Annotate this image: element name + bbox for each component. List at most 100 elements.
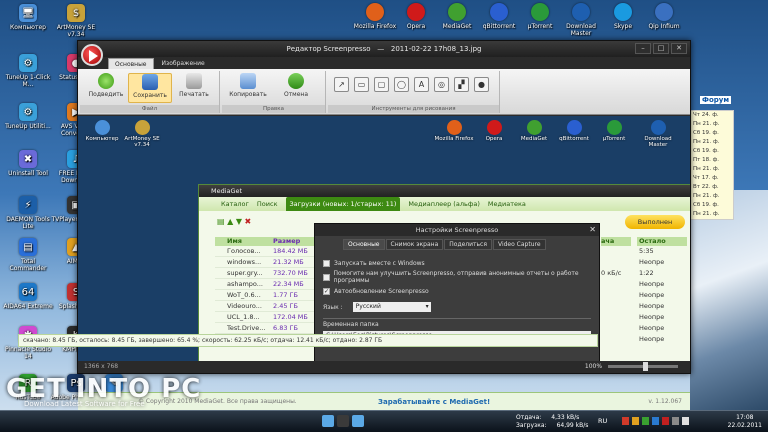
minimize-icon[interactable]: – bbox=[635, 43, 651, 54]
list-item[interactable]: Чт 17. ф. bbox=[691, 174, 733, 183]
close-icon[interactable]: ✕ bbox=[589, 225, 596, 234]
checkbox[interactable]: ✓ bbox=[323, 287, 330, 295]
desktop-icon[interactable]: Download Master bbox=[558, 3, 604, 37]
down-arrow-icon[interactable]: ▼ bbox=[236, 217, 242, 226]
option-telemetry[interactable]: Помогите нам улучшить Screenpresso, отпр… bbox=[323, 270, 591, 284]
list-item[interactable]: Вт 22. ф. bbox=[691, 183, 733, 192]
rounded-rect-tool-icon[interactable]: ▢ bbox=[374, 77, 389, 92]
app-icon bbox=[572, 3, 590, 21]
app-icon bbox=[655, 3, 673, 21]
volume-icon[interactable] bbox=[682, 417, 689, 425]
highlight-tool-icon[interactable]: ▞ bbox=[454, 77, 469, 92]
speed-cell bbox=[601, 323, 631, 334]
desktop-icon[interactable]: qBittorrent bbox=[476, 3, 522, 30]
app-icon[interactable] bbox=[352, 415, 364, 427]
earn-link[interactable]: Зарабатывайте с MediaGet! bbox=[378, 395, 490, 409]
zoom-level: 100% bbox=[584, 363, 603, 370]
app-icon bbox=[490, 3, 508, 21]
menu-catalog[interactable]: Каталог bbox=[221, 197, 249, 211]
text-tool-icon[interactable]: A bbox=[414, 77, 429, 92]
mediaget-title[interactable]: MediaGet bbox=[199, 185, 690, 197]
rectangle-tool-icon[interactable]: ▭ bbox=[354, 77, 369, 92]
editor-titlebar[interactable]: Редактор Screenpresso — 2011-02-22 17h08… bbox=[78, 41, 690, 57]
desktop-icon[interactable]: ⚡ DAEMON Tools Lite bbox=[2, 196, 54, 230]
undo-button[interactable]: Отмена bbox=[274, 73, 318, 98]
callout-tool-icon[interactable]: ◎ bbox=[434, 77, 449, 92]
desktop-icon[interactable]: Opera bbox=[393, 3, 439, 30]
desktop-icon[interactable]: 🖥 Компьютер bbox=[2, 4, 54, 31]
desktop-icon[interactable]: Qip Infium bbox=[641, 3, 687, 30]
up-arrow-icon[interactable]: ▲ bbox=[227, 217, 233, 226]
list-item[interactable]: Пт 18. ф. bbox=[691, 156, 733, 165]
maximize-icon[interactable]: □ bbox=[653, 43, 669, 54]
settings-title[interactable]: Настройки Screenpresso bbox=[315, 224, 599, 236]
confirm-button[interactable]: Подведить bbox=[84, 73, 128, 98]
checkbox[interactable] bbox=[323, 273, 330, 281]
app-icon bbox=[526, 120, 542, 135]
image-canvas[interactable]: Компьютер ArtMoney SE v7.34 Mozilla Firefo… bbox=[78, 116, 690, 362]
desktop-icon[interactable]: Mozilla Firefox bbox=[352, 3, 398, 30]
list-item[interactable]: Пн 21. ф. bbox=[691, 210, 733, 219]
desktop-icon[interactable]: 64 AIDA64 Extreme bbox=[2, 283, 54, 310]
zoom-thumb[interactable] bbox=[643, 362, 648, 371]
system-tray bbox=[622, 417, 689, 425]
settings-tab-share[interactable]: Поделиться bbox=[444, 239, 492, 250]
delete-icon[interactable]: ✖ bbox=[245, 217, 252, 226]
forum-link[interactable]: Форум bbox=[700, 96, 732, 104]
copy-button[interactable]: Копировать bbox=[226, 73, 270, 98]
clock[interactable]: 17:08 22.02.2011 bbox=[728, 414, 762, 430]
zoom-slider[interactable] bbox=[608, 362, 678, 371]
language-indicator[interactable]: RU bbox=[598, 417, 607, 425]
settings-tab-capture[interactable]: Снимок экрана bbox=[385, 239, 444, 250]
menu-downloads[interactable]: Загрузки (новых: 1/старых: 11) bbox=[285, 197, 401, 211]
menu-search[interactable]: Поиск bbox=[257, 197, 278, 211]
app-icon[interactable] bbox=[337, 415, 349, 427]
desktop-icon[interactable]: Skype bbox=[600, 3, 646, 30]
desktop-icon[interactable]: ⚙ TuneUp 1-Click M... bbox=[2, 54, 54, 88]
settings-tab-video[interactable]: Video Capture bbox=[492, 239, 546, 250]
arrow-tool-icon[interactable]: ↗ bbox=[334, 77, 349, 92]
tray-icon[interactable] bbox=[652, 417, 659, 425]
checkbox[interactable] bbox=[323, 259, 330, 267]
tab-main[interactable]: Основные bbox=[108, 58, 154, 69]
ellipse-tool-icon[interactable]: ◯ bbox=[394, 77, 409, 92]
tray-icon[interactable] bbox=[672, 417, 679, 425]
menu-medialibrary[interactable]: Медиатека bbox=[488, 197, 526, 211]
menu-mediaplayer[interactable]: Медиаплеер (альфа) bbox=[408, 197, 479, 211]
tray-icon[interactable] bbox=[642, 417, 649, 425]
list-icon[interactable]: ▤ bbox=[217, 217, 225, 226]
desktop-icon[interactable]: $ ArtMoney SE v7.34 bbox=[50, 4, 102, 38]
list-item[interactable]: Чт 24. ф. bbox=[691, 111, 733, 120]
list-item[interactable]: Пн 21. ф. bbox=[691, 138, 733, 147]
language-select[interactable]: Русский bbox=[352, 302, 431, 312]
option-autostart[interactable]: Запускать вместе с Windows bbox=[323, 256, 591, 270]
app-icon bbox=[366, 3, 384, 21]
option-autoupdate[interactable]: ✓ Автообновление Screenpresso bbox=[323, 284, 591, 298]
list-item[interactable]: Пн 21. ф. bbox=[691, 165, 733, 174]
inner-desktop-icon: Opera bbox=[472, 120, 516, 142]
desktop-icon[interactable]: µTorrent bbox=[517, 3, 563, 30]
tray-icon[interactable] bbox=[632, 417, 639, 425]
tab-image[interactable]: Изображение bbox=[156, 58, 211, 69]
blur-tool-icon[interactable]: ● bbox=[474, 77, 489, 92]
list-item[interactable]: Сб 19. ф. bbox=[691, 147, 733, 156]
save-button[interactable]: Сохранить bbox=[128, 73, 172, 103]
close-icon[interactable]: ✕ bbox=[671, 43, 687, 54]
app-icon bbox=[446, 120, 462, 135]
tray-icon[interactable] bbox=[622, 417, 629, 425]
done-button[interactable]: Выполнен bbox=[625, 215, 685, 229]
print-button[interactable]: Печатать bbox=[172, 73, 216, 98]
list-item[interactable]: Пн 21. ф. bbox=[691, 120, 733, 129]
list-item[interactable]: Сб 19. ф. bbox=[691, 129, 733, 138]
desktop-icon[interactable]: MediaGet bbox=[434, 3, 480, 30]
list-item[interactable]: Пн 21. ф. bbox=[691, 192, 733, 201]
desktop-icon[interactable]: ▤ Total Commander bbox=[2, 238, 54, 272]
list-item[interactable]: Сб 19. ф. bbox=[691, 201, 733, 210]
desktop-icon[interactable]: ⚙ TuneUp Utiliti... bbox=[2, 103, 54, 130]
desktop-icon[interactable]: ✖ Uninstall Tool bbox=[2, 150, 54, 177]
screenpresso-logo-icon[interactable] bbox=[81, 44, 103, 66]
app-icon[interactable] bbox=[322, 415, 334, 427]
settings-tab-general[interactable]: Основные bbox=[343, 239, 385, 250]
tray-icon[interactable] bbox=[662, 417, 669, 425]
group-label-file: Файл bbox=[80, 105, 219, 113]
